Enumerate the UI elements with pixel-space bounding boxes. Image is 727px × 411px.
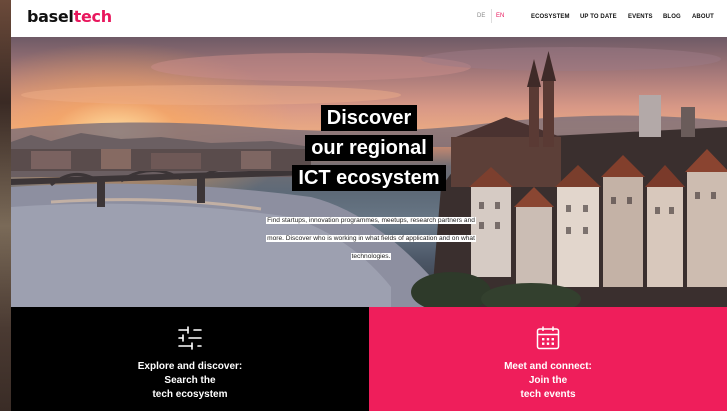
site-header: baseltech DE EN ECOSYSTEM UP TO DATE EVE… [11, 0, 727, 37]
nav-ecosystem[interactable]: ECOSYSTEM [531, 13, 570, 21]
background-photo-strip [0, 0, 11, 411]
language-divider [491, 9, 492, 23]
events-card-title: Meet and connect: Join the tech events [473, 360, 623, 402]
hero-title-line-2: our regional [11, 135, 727, 161]
nav-up-to-date[interactable]: UP TO DATE [580, 13, 617, 21]
hero-section: Discover our regional ICT ecosystem Find… [11, 37, 727, 307]
logo-text-tech: tech [73, 7, 112, 26]
events-card-title-line-1: Meet and connect: [504, 361, 592, 372]
calendar-icon [536, 326, 560, 350]
page: baseltech DE EN ECOSYSTEM UP TO DATE EVE… [11, 0, 727, 411]
hero-title-line-3: ICT ecosystem [11, 165, 727, 191]
nav-blog[interactable]: BLOG [663, 13, 681, 21]
site-logo[interactable]: baseltech [27, 7, 112, 27]
language-en-link[interactable]: EN [496, 12, 504, 20]
sliders-icon [178, 326, 202, 350]
explore-card-title-line-2: Search the [164, 375, 216, 386]
hero-description: Find startups, innovation programmes, me… [263, 209, 479, 263]
hero-title-text-1: Discover [320, 105, 418, 131]
hero-title-text-3: ICT ecosystem [292, 165, 446, 191]
browser-viewport: baseltech DE EN ECOSYSTEM UP TO DATE EVE… [0, 0, 727, 411]
hero-description-text: Find startups, innovation programmes, me… [266, 217, 476, 260]
events-card[interactable]: Meet and connect: Join the tech events [369, 307, 727, 411]
explore-card-title: Explore and discover: Search the tech ec… [115, 360, 265, 402]
nav-about[interactable]: ABOUT [692, 13, 714, 21]
hero-title-line-1: Discover [11, 105, 727, 131]
events-card-title-line-2: Join the [528, 375, 568, 386]
events-card-title-line-3: tech events [520, 389, 576, 400]
explore-ecosystem-card[interactable]: Explore and discover: Search the tech ec… [11, 307, 369, 411]
nav-events[interactable]: EVENTS [628, 13, 653, 21]
logo-text-basel: basel [27, 7, 74, 26]
explore-card-title-line-3: tech ecosystem [152, 389, 228, 400]
language-de-link[interactable]: DE [477, 12, 485, 20]
explore-card-title-line-1: Explore and discover: [137, 361, 243, 372]
hero-title-text-2: our regional [305, 135, 433, 161]
